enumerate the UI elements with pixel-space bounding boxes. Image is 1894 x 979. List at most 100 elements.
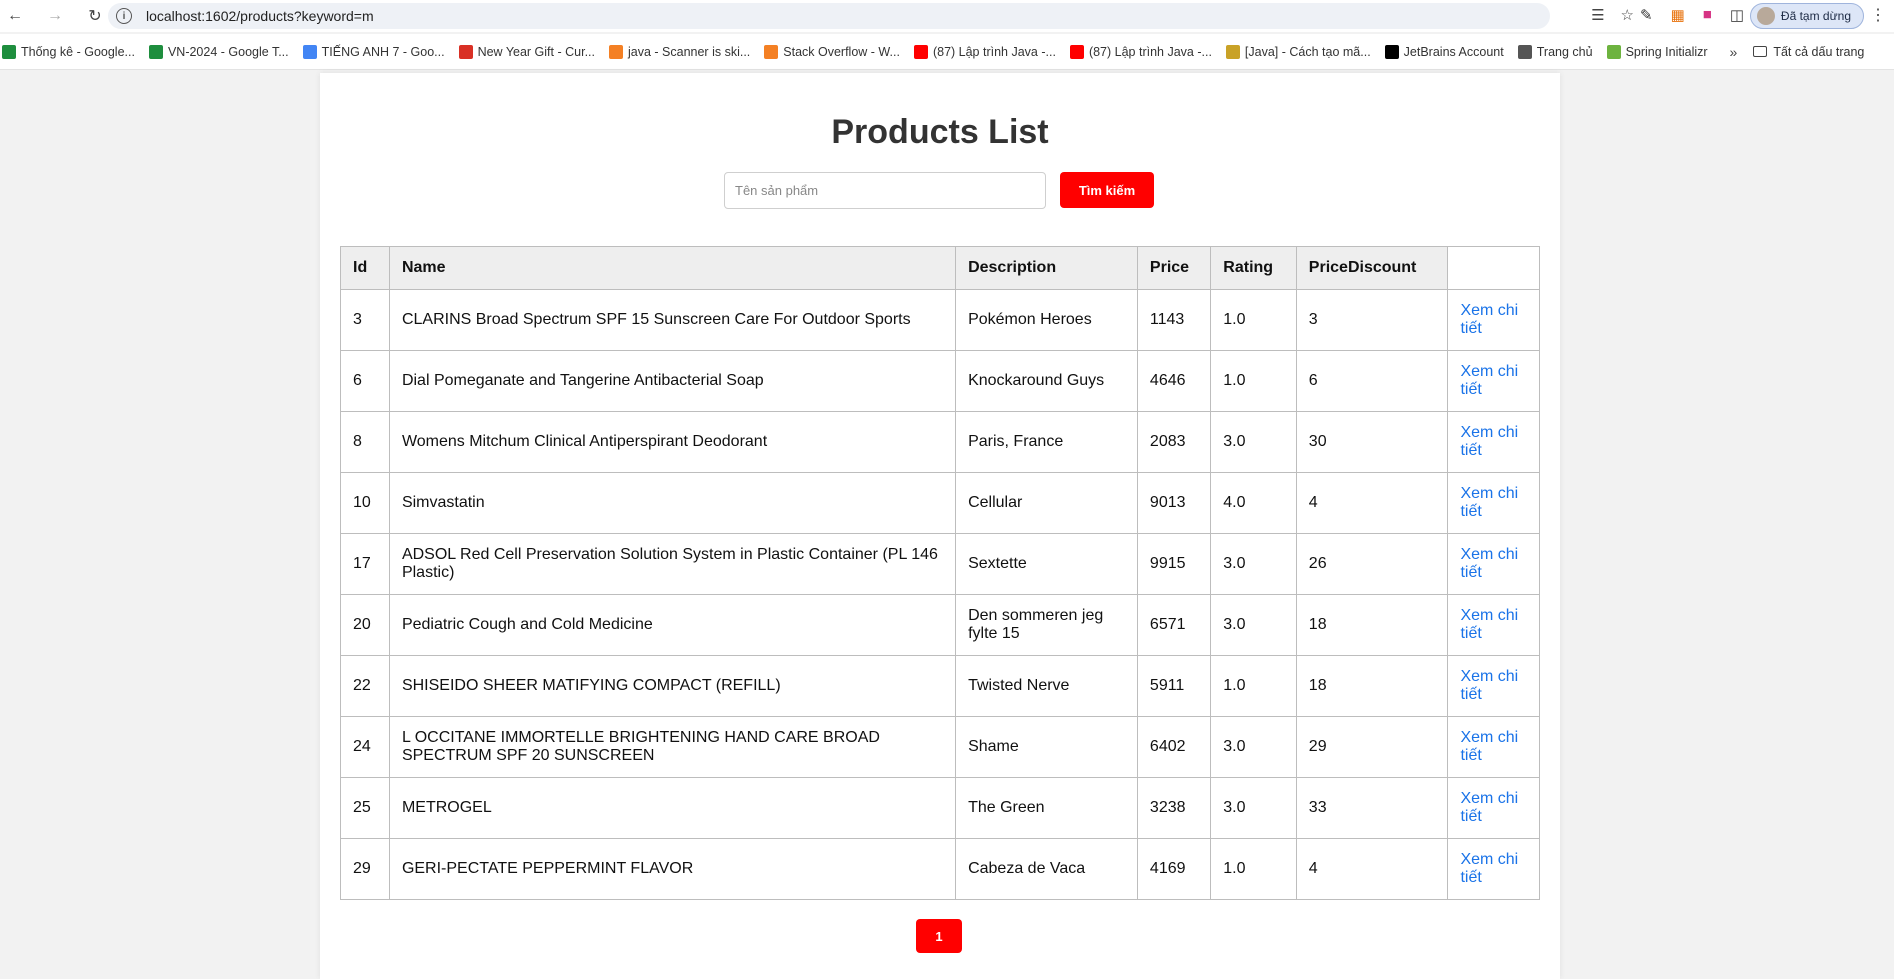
- cell-price: 9013: [1136, 472, 1212, 534]
- cell-id: 25: [340, 777, 390, 839]
- table-row: 8 Womens Mitchum Clinical Antiperspirant …: [340, 411, 1540, 473]
- cell-price: 9915: [1136, 533, 1212, 595]
- cell-name: ADSOL Red Cell Preservation Solution Sys…: [388, 533, 957, 595]
- cell-name: SHISEIDO SHEER MATIFYING COMPACT (REFILL…: [388, 655, 957, 717]
- bookmark-label: (87) Lập trình Java -...: [1088, 44, 1212, 59]
- view-details-link[interactable]: Xem chi tiết: [1447, 472, 1540, 534]
- bookmark-favicon-icon: [764, 44, 779, 59]
- cell-id: 24: [340, 716, 390, 778]
- bookmark-star-icon[interactable]: ☆: [1621, 6, 1634, 24]
- forward-icon[interactable]: →: [42, 3, 68, 29]
- table-row: 6 Dial Pomeganate and Tangerine Antibacte…: [340, 350, 1540, 412]
- view-details-link[interactable]: Xem chi tiết: [1447, 533, 1540, 595]
- cell-id: 17: [340, 533, 390, 595]
- bookmark-item[interactable]: Stack Overflow - W...: [764, 44, 900, 59]
- bookmark-label: (87) Lập trình Java -...: [932, 44, 1056, 59]
- extension-gradient-icon[interactable]: ■: [1703, 6, 1712, 24]
- more-bookmarks-icon[interactable]: »: [1730, 44, 1738, 60]
- bookmark-label: VN-2024 - Google T...: [167, 44, 289, 59]
- bookmark-item[interactable]: java - Scanner is ski...: [609, 44, 750, 59]
- cell-description: Sextette: [955, 533, 1138, 595]
- site-info-icon[interactable]: i: [116, 8, 132, 24]
- cell-name: Pediatric Cough and Cold Medicine: [388, 594, 957, 656]
- view-details-link[interactable]: Xem chi tiết: [1447, 655, 1540, 717]
- bookmark-item[interactable]: TIẾNG ANH 7 - Goo...: [302, 44, 445, 59]
- bookmark-item[interactable]: Spring Initializr: [1606, 44, 1708, 59]
- cell-rating: 3.0: [1210, 716, 1297, 778]
- cell-price: 4646: [1136, 350, 1212, 412]
- cell-pricediscount: 33: [1295, 777, 1449, 839]
- profile-label: Đã tạm dừng: [1780, 9, 1851, 23]
- view-details-link[interactable]: Xem chi tiết: [1447, 350, 1540, 412]
- cell-description: Shame: [955, 716, 1138, 778]
- bookmark-favicon-icon: [302, 44, 317, 59]
- bookmark-favicon-icon: [1069, 44, 1084, 59]
- cell-pricediscount: 4: [1295, 838, 1449, 900]
- cell-id: 20: [340, 594, 390, 656]
- view-details-link[interactable]: Xem chi tiết: [1447, 838, 1540, 900]
- cell-description: Cellular: [955, 472, 1138, 534]
- cell-description: Paris, France: [955, 411, 1138, 473]
- bookmark-label: [Java] - Cách tạo mã...: [1244, 44, 1371, 59]
- url-text[interactable]: localhost:1602/products?keyword=m: [146, 8, 374, 24]
- bookmark-label: JetBrains Account: [1403, 44, 1504, 59]
- bookmark-label: New Year Gift - Cur...: [477, 44, 595, 59]
- cell-description: Cabeza de Vaca: [955, 838, 1138, 900]
- address-bar[interactable]: i localhost:1602/products?keyword=m: [108, 3, 1550, 29]
- cell-price: 6571: [1136, 594, 1212, 656]
- column-header-price: Price: [1136, 246, 1212, 290]
- table-row: 29 GERI-PECTATE PEPPERMINT FLAVOR Cabeza d…: [340, 838, 1540, 900]
- reload-icon[interactable]: ↻: [82, 3, 108, 29]
- bookmark-item[interactable]: JetBrains Account: [1384, 44, 1504, 59]
- view-details-link[interactable]: Xem chi tiết: [1447, 594, 1540, 656]
- extensions-icon[interactable]: ◫: [1730, 6, 1744, 24]
- cell-id: 10: [340, 472, 390, 534]
- back-icon[interactable]: ←: [2, 3, 28, 29]
- bookmark-favicon-icon: [2, 44, 16, 59]
- all-bookmarks-button[interactable]: Tất cả dấu trang: [1753, 45, 1864, 59]
- search-button[interactable]: Tìm kiếm: [1060, 172, 1154, 208]
- bookmark-item[interactable]: Thống kê - Google...: [2, 44, 135, 59]
- column-header-pricediscount: PriceDiscount: [1295, 246, 1449, 290]
- bookmark-item[interactable]: (87) Lập trình Java -...: [913, 44, 1056, 59]
- cell-rating: 3.0: [1210, 777, 1297, 839]
- bookmark-favicon-icon: [1384, 44, 1399, 59]
- profile-button[interactable]: Đã tạm dừng: [1749, 3, 1864, 29]
- cell-name: Womens Mitchum Clinical Antiperspirant D…: [388, 411, 957, 473]
- bookmark-item[interactable]: VN-2024 - Google T...: [148, 44, 289, 59]
- bookmark-favicon-icon: [1225, 44, 1240, 59]
- eyedropper-icon[interactable]: ✎: [1640, 6, 1653, 24]
- cell-rating: 3.0: [1210, 533, 1297, 595]
- table-row: 10 Simvastatin Cellular 9013 4.0 4 Xem chi tiế…: [340, 472, 1540, 534]
- view-details-link[interactable]: Xem chi tiết: [1447, 411, 1540, 473]
- cell-pricediscount: 30: [1295, 411, 1449, 473]
- bookmark-item[interactable]: New Year Gift - Cur...: [458, 44, 595, 59]
- view-details-link[interactable]: Xem chi tiết: [1447, 716, 1540, 778]
- view-details-link[interactable]: Xem chi tiết: [1447, 289, 1540, 351]
- table-row: 17 ADSOL Red Cell Preservation Solution S…: [340, 533, 1540, 595]
- cell-id: 3: [340, 289, 390, 351]
- cell-price: 5911: [1136, 655, 1212, 717]
- cell-name: METROGEL: [388, 777, 957, 839]
- translate-icon[interactable]: ☰: [1591, 6, 1604, 24]
- cell-description: Twisted Nerve: [955, 655, 1138, 717]
- cell-price: 3238: [1136, 777, 1212, 839]
- table-row: 3 CLARINS Broad Spectrum SPF 15 Sunscreen…: [340, 289, 1540, 351]
- cell-name: GERI-PECTATE PEPPERMINT FLAVOR: [388, 838, 957, 900]
- table-row: 25 METROGEL The Green 3238 3.0 33 Xem chi tiết: [340, 777, 1540, 839]
- cell-pricediscount: 6: [1295, 350, 1449, 412]
- cell-id: 8: [340, 411, 390, 473]
- search-input[interactable]: [724, 172, 1046, 209]
- table-row: 20 Pediatric Cough and Cold Medicine Den s…: [340, 594, 1540, 656]
- bookmark-item[interactable]: Trang chủ: [1517, 44, 1593, 59]
- menu-icon[interactable]: ⋮: [1870, 5, 1886, 25]
- bookmark-item[interactable]: (87) Lập trình Java -...: [1069, 44, 1212, 59]
- cell-rating: 1.0: [1210, 655, 1297, 717]
- folder-icon: [1753, 46, 1768, 57]
- view-details-link[interactable]: Xem chi tiết: [1447, 777, 1540, 839]
- cell-rating: 4.0: [1210, 472, 1297, 534]
- extension-calendar-icon[interactable]: ▦: [1671, 6, 1685, 24]
- page-button-1[interactable]: 1: [916, 919, 962, 953]
- bookmark-item[interactable]: [Java] - Cách tạo mã...: [1225, 44, 1371, 59]
- cell-pricediscount: 18: [1295, 655, 1449, 717]
